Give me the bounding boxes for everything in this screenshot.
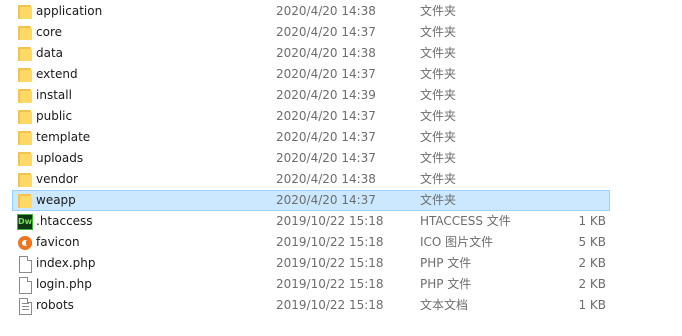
file-name: extend [36, 67, 78, 81]
folder-icon [17, 4, 33, 20]
file-size [513, 107, 606, 126]
file-name: .htaccess [36, 214, 93, 228]
file-size [513, 44, 606, 63]
file-name: favicon [36, 235, 80, 249]
file-name: data [36, 46, 64, 60]
file-date: 2020/4/20 14:38 [276, 4, 376, 18]
file-row-application[interactable]: application 2020/4/20 14:38 文件夹 [12, 1, 610, 22]
file-date: 2020/4/20 14:37 [276, 25, 376, 39]
file-name: login.php [36, 277, 92, 291]
file-row-install[interactable]: install 2020/4/20 14:39 文件夹 [12, 85, 610, 106]
file-date: 2020/4/20 14:37 [276, 67, 376, 81]
file-size: 1 KB [578, 298, 606, 312]
file-date: 2019/10/22 15:18 [276, 235, 384, 249]
file-date: 2020/4/20 14:38 [276, 46, 376, 60]
file-name: public [36, 109, 73, 123]
folder-icon [17, 46, 33, 62]
file-row-login-php[interactable]: login.php 2019/10/22 15:18 PHP 文件 2 KB [12, 274, 610, 295]
text-file-icon [17, 298, 33, 315]
file-date: 2020/4/20 14:37 [276, 151, 376, 165]
file-row-template[interactable]: template 2020/4/20 14:37 文件夹 [12, 127, 610, 148]
favicon-file-icon [17, 235, 33, 251]
file-size [513, 23, 606, 42]
file-date: 2020/4/20 14:37 [276, 109, 376, 123]
file-name: robots [36, 298, 74, 312]
file-date: 2020/4/20 14:37 [276, 193, 376, 207]
file-name: application [36, 4, 103, 18]
file-row-htaccess[interactable]: Dw .htaccess 2019/10/22 15:18 HTACCESS 文… [12, 211, 610, 232]
file-date: 2020/4/20 14:38 [276, 172, 376, 186]
file-date: 2019/10/22 15:18 [276, 298, 384, 312]
file-size: 2 KB [578, 277, 606, 291]
file-date: 2019/10/22 15:18 [276, 256, 384, 270]
folder-icon [17, 151, 33, 167]
folder-icon [17, 172, 33, 188]
file-row-uploads[interactable]: uploads 2020/4/20 14:37 文件夹 [12, 148, 610, 169]
file-date: 2019/10/22 15:18 [276, 214, 384, 228]
file-size [513, 149, 606, 168]
file-name: install [36, 88, 72, 102]
file-date: 2020/4/20 14:39 [276, 88, 376, 102]
file-size: 2 KB [578, 256, 606, 270]
file-row-core[interactable]: core 2020/4/20 14:37 文件夹 [12, 22, 610, 43]
dreamweaver-file-icon: Dw [17, 214, 33, 230]
file-name: index.php [36, 256, 96, 270]
folder-icon [17, 88, 33, 104]
file-row-vendor[interactable]: vendor 2020/4/20 14:38 文件夹 [12, 169, 610, 190]
file-name: template [36, 130, 91, 144]
file-row-extend[interactable]: extend 2020/4/20 14:37 文件夹 [12, 64, 610, 85]
file-date: 2020/4/20 14:37 [276, 130, 376, 144]
file-name: uploads [36, 151, 84, 165]
folder-icon [17, 130, 33, 146]
file-size [513, 86, 606, 105]
file-date: 2019/10/22 15:18 [276, 277, 384, 291]
folder-icon [17, 25, 33, 41]
folder-icon [17, 109, 33, 125]
file-size [513, 191, 606, 210]
file-name: core [36, 25, 62, 39]
file-row-public[interactable]: public 2020/4/20 14:37 文件夹 [12, 106, 610, 127]
file-size [513, 65, 606, 84]
php-file-icon [17, 256, 33, 273]
file-size [513, 2, 606, 21]
file-size [513, 128, 606, 147]
file-row-weapp[interactable]: weapp 2020/4/20 14:37 文件夹 [12, 190, 610, 211]
file-size [513, 170, 606, 189]
php-file-icon [17, 277, 33, 294]
file-row-robots[interactable]: robots 2019/10/22 15:18 文本文档 1 KB [12, 295, 610, 316]
folder-icon [17, 193, 33, 209]
file-row-favicon[interactable]: favicon 2019/10/22 15:18 ICO 图片文件 5 KB [12, 232, 610, 253]
file-size: 1 KB [578, 214, 606, 228]
file-row-data[interactable]: data 2020/4/20 14:38 文件夹 [12, 43, 610, 64]
folder-icon [17, 67, 33, 83]
file-name: weapp [36, 193, 76, 207]
file-name: vendor [36, 172, 78, 186]
file-size: 5 KB [578, 235, 606, 249]
file-row-index-php[interactable]: index.php 2019/10/22 15:18 PHP 文件 2 KB [12, 253, 610, 274]
